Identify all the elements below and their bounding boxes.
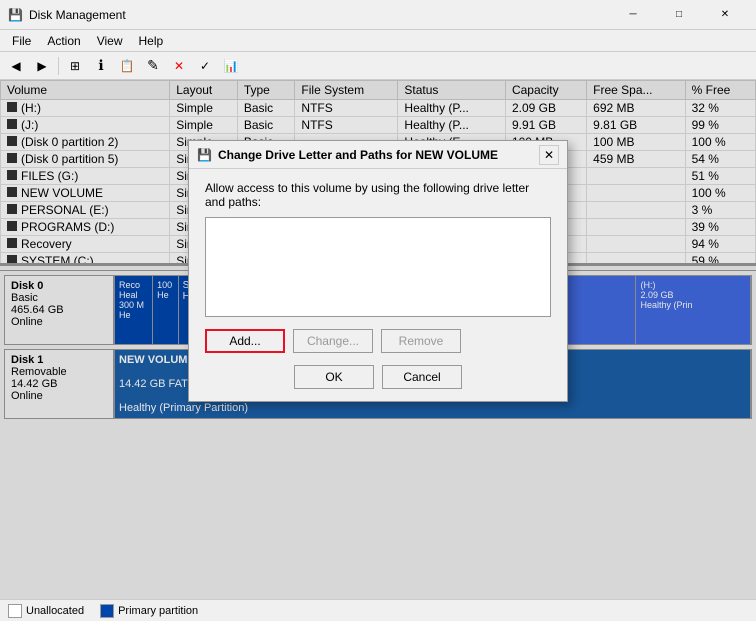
add-button[interactable]: Add...: [205, 329, 285, 353]
window-controls: ─ □ ✕: [610, 0, 748, 30]
app-icon: 💾: [8, 8, 23, 22]
info-button[interactable]: ℹ: [89, 55, 113, 77]
menu-help[interactable]: Help: [131, 32, 172, 50]
separator-1: [58, 57, 59, 75]
modal-action-buttons: Add... Change... Remove: [205, 329, 551, 353]
modal-title-icon: 💾: [197, 148, 212, 162]
title-bar: 💾 Disk Management ─ □ ✕: [0, 0, 756, 30]
modal-close-button[interactable]: ✕: [539, 145, 559, 165]
legend-unallocated-label: Unallocated: [26, 605, 84, 617]
main-content: Volume Layout Type File System Status Ca…: [0, 80, 756, 599]
legend-primary-box: [100, 604, 114, 618]
back-button[interactable]: ◀: [4, 55, 28, 77]
forward-button[interactable]: ▶: [30, 55, 54, 77]
maximize-button[interactable]: □: [656, 0, 702, 30]
modal-description: Allow access to this volume by using the…: [205, 181, 551, 209]
toolbar: ◀ ▶ ⊞ ℹ 📋 ✎ ✕ ✓ 📊: [0, 52, 756, 80]
disk-view-button[interactable]: ⊞: [63, 55, 87, 77]
remove-button[interactable]: Remove: [381, 329, 461, 353]
chart-button[interactable]: 📊: [219, 55, 243, 77]
change-button[interactable]: Change...: [293, 329, 373, 353]
menu-action[interactable]: Action: [39, 32, 88, 50]
menu-file[interactable]: File: [4, 32, 39, 50]
modal-overlay: 💾 Change Drive Letter and Paths for NEW …: [0, 80, 756, 599]
modal-listbox[interactable]: [205, 217, 551, 317]
legend-primary-label: Primary partition: [118, 605, 198, 617]
legend-primary: Primary partition: [100, 604, 198, 618]
modal-title-bar: 💾 Change Drive Letter and Paths for NEW …: [189, 141, 567, 169]
cancel-button[interactable]: Cancel: [382, 365, 462, 389]
modal-body: Allow access to this volume by using the…: [189, 169, 567, 401]
legend-unallocated: Unallocated: [8, 604, 84, 618]
change-drive-letter-modal: 💾 Change Drive Letter and Paths for NEW …: [188, 140, 568, 402]
delete-button[interactable]: ✕: [167, 55, 191, 77]
menu-view[interactable]: View: [89, 32, 131, 50]
close-button[interactable]: ✕: [702, 0, 748, 30]
window-title: Disk Management: [29, 8, 126, 22]
check-button[interactable]: ✓: [193, 55, 217, 77]
menu-bar: File Action View Help: [0, 30, 756, 52]
minimize-button[interactable]: ─: [610, 0, 656, 30]
refresh-button[interactable]: ✎: [141, 55, 165, 77]
modal-title: Change Drive Letter and Paths for NEW VO…: [218, 148, 539, 162]
legend: Unallocated Primary partition: [0, 599, 756, 621]
legend-unallocated-box: [8, 604, 22, 618]
properties-button[interactable]: 📋: [115, 55, 139, 77]
ok-button[interactable]: OK: [294, 365, 374, 389]
modal-confirm-buttons: OK Cancel: [205, 365, 551, 389]
